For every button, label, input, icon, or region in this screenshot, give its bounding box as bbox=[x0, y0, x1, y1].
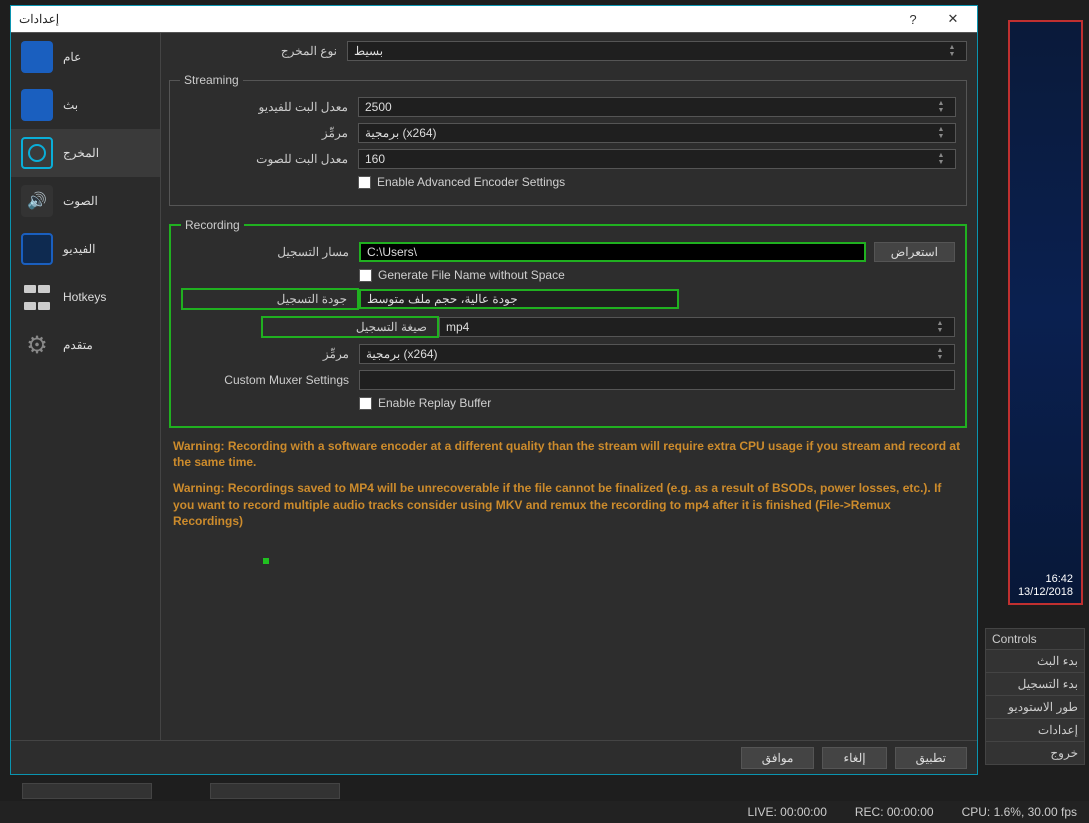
settings-button[interactable]: إعدادات bbox=[985, 718, 1085, 742]
output-icon bbox=[21, 137, 53, 169]
audio-bitrate-select[interactable]: 160 ▲▼ bbox=[358, 149, 956, 169]
replay-buffer-checkbox[interactable] bbox=[359, 397, 372, 410]
start-streaming-button[interactable]: بدء البث bbox=[985, 649, 1085, 673]
warning-cpu: Warning: Recording with a software encod… bbox=[173, 438, 963, 470]
studio-mode-button[interactable]: طور الاستوديو bbox=[985, 695, 1085, 719]
stream-encoder-select[interactable]: برمجية (x264) ▲▼ bbox=[358, 123, 956, 143]
rec-format-label: صيغة التسجيل bbox=[261, 316, 439, 338]
exit-button[interactable]: خروج bbox=[985, 741, 1085, 765]
status-cpu: CPU: 1.6%, 30.00 fps bbox=[962, 805, 1077, 819]
warning-mp4: Warning: Recordings saved to MP4 will be… bbox=[173, 480, 963, 529]
dropdown-icon: ▲▼ bbox=[932, 347, 948, 361]
sidebar-label-stream: بث bbox=[63, 98, 78, 112]
output-mode-select[interactable]: بسيط ▲▼ bbox=[347, 41, 967, 61]
streaming-group: Streaming معدل البت للفيديو 2500 ▲▼ مرمِ… bbox=[169, 73, 967, 206]
start-recording-button[interactable]: بدء التسجيل bbox=[985, 672, 1085, 696]
sidebar-label-advanced: متقدم bbox=[63, 338, 93, 352]
recording-group: Recording مسار التسجيل C:\Users\ استعراض… bbox=[169, 218, 967, 428]
stream-encoder-label: مرمِّز bbox=[180, 126, 358, 140]
controls-panel: Controls بدء البث بدء التسجيل طور الاستو… bbox=[985, 628, 1085, 765]
rec-path-input[interactable]: C:\Users\ bbox=[359, 242, 866, 262]
hotkeys-icon bbox=[21, 281, 53, 313]
status-bar: LIVE: 00:00:00 REC: 00:00:00 CPU: 1.6%, … bbox=[0, 801, 1089, 823]
video-icon bbox=[21, 233, 53, 265]
audio-icon bbox=[21, 185, 53, 217]
title-bar: إعدادات ? ✕ bbox=[11, 6, 977, 32]
audio-bitrate-label: معدل البت للصوت bbox=[180, 152, 358, 166]
advanced-icon: ⚙ bbox=[21, 329, 53, 361]
rec-format-select[interactable]: mp4 ▲▼ bbox=[439, 317, 955, 337]
status-live: LIVE: 00:00:00 bbox=[747, 805, 826, 819]
gen-no-space-label: Generate File Name without Space bbox=[378, 268, 565, 282]
muxer-input[interactable] bbox=[359, 370, 955, 390]
browse-button[interactable]: استعراض bbox=[874, 242, 955, 262]
preview-area: 16:42 13/12/2018 bbox=[1008, 20, 1083, 605]
video-bitrate-label: معدل البت للفيديو bbox=[180, 100, 358, 114]
settings-sidebar: عام بث المخرج الصوت الفيديو Hotkeys bbox=[11, 33, 161, 740]
apply-button[interactable]: تطبيق bbox=[895, 747, 967, 769]
rec-encoder-select[interactable]: برمجية (x264) ▲▼ bbox=[359, 344, 955, 364]
green-marker bbox=[263, 558, 269, 564]
bottom-bar-2 bbox=[210, 783, 340, 799]
preview-clock: 16:42 13/12/2018 bbox=[1018, 573, 1073, 599]
dropdown-icon: ▲▼ bbox=[933, 126, 949, 140]
video-bitrate-input[interactable]: 2500 ▲▼ bbox=[358, 97, 956, 117]
stream-icon bbox=[21, 89, 53, 121]
controls-header: Controls bbox=[985, 628, 1085, 650]
sidebar-label-hotkeys: Hotkeys bbox=[63, 290, 106, 304]
sidebar-item-audio[interactable]: الصوت bbox=[11, 177, 160, 225]
sidebar-label-audio: الصوت bbox=[63, 194, 98, 208]
dropdown-icon: ▲▼ bbox=[944, 44, 960, 58]
status-rec: REC: 00:00:00 bbox=[855, 805, 934, 819]
enable-advanced-label: Enable Advanced Encoder Settings bbox=[377, 175, 565, 189]
output-mode-label: نوع المخرج bbox=[169, 44, 347, 58]
dialog-title: إعدادات bbox=[19, 12, 59, 26]
sidebar-item-stream[interactable]: بث bbox=[11, 81, 160, 129]
rec-path-label: مسار التسجيل bbox=[181, 245, 359, 259]
preview-time: 16:42 bbox=[1018, 573, 1073, 586]
dropdown-icon: ▲▼ bbox=[933, 152, 949, 166]
recording-legend: Recording bbox=[181, 218, 244, 232]
help-button[interactable]: ? bbox=[893, 7, 933, 31]
preview-date: 13/12/2018 bbox=[1018, 586, 1073, 599]
dialog-footer: موافق إلغاء تطبيق bbox=[11, 740, 977, 774]
sidebar-label-general: عام bbox=[63, 50, 81, 64]
dropdown-icon: ▲▼ bbox=[932, 320, 948, 334]
spinner-icon: ▲▼ bbox=[933, 100, 949, 114]
sidebar-item-output[interactable]: المخرج bbox=[11, 129, 160, 177]
settings-dialog: إعدادات ? ✕ عام بث المخرج الصوت bbox=[10, 5, 978, 775]
sidebar-item-video[interactable]: الفيديو bbox=[11, 225, 160, 273]
streaming-legend: Streaming bbox=[180, 73, 243, 87]
close-button[interactable]: ✕ bbox=[933, 7, 973, 31]
general-icon bbox=[21, 41, 53, 73]
sidebar-item-advanced[interactable]: ⚙ متقدم bbox=[11, 321, 160, 369]
sidebar-item-hotkeys[interactable]: Hotkeys bbox=[11, 273, 160, 321]
rec-encoder-label: مرمِّز bbox=[181, 347, 359, 361]
settings-content: نوع المخرج بسيط ▲▼ Streaming معدل البت ل… bbox=[161, 33, 977, 740]
sidebar-item-general[interactable]: عام bbox=[11, 33, 160, 81]
enable-advanced-checkbox[interactable] bbox=[358, 176, 371, 189]
replay-buffer-label: Enable Replay Buffer bbox=[378, 396, 491, 410]
rec-quality-select[interactable]: جودة عالية، حجم ملف متوسط bbox=[359, 289, 679, 309]
sidebar-label-output: المخرج bbox=[63, 146, 99, 160]
ok-button[interactable]: موافق bbox=[741, 747, 815, 769]
gen-no-space-checkbox[interactable] bbox=[359, 269, 372, 282]
rec-quality-label: جودة التسجيل bbox=[181, 288, 359, 310]
muxer-label: Custom Muxer Settings bbox=[181, 373, 359, 387]
bottom-bar-1 bbox=[22, 783, 152, 799]
sidebar-label-video: الفيديو bbox=[63, 242, 96, 256]
cancel-button[interactable]: إلغاء bbox=[822, 747, 886, 769]
